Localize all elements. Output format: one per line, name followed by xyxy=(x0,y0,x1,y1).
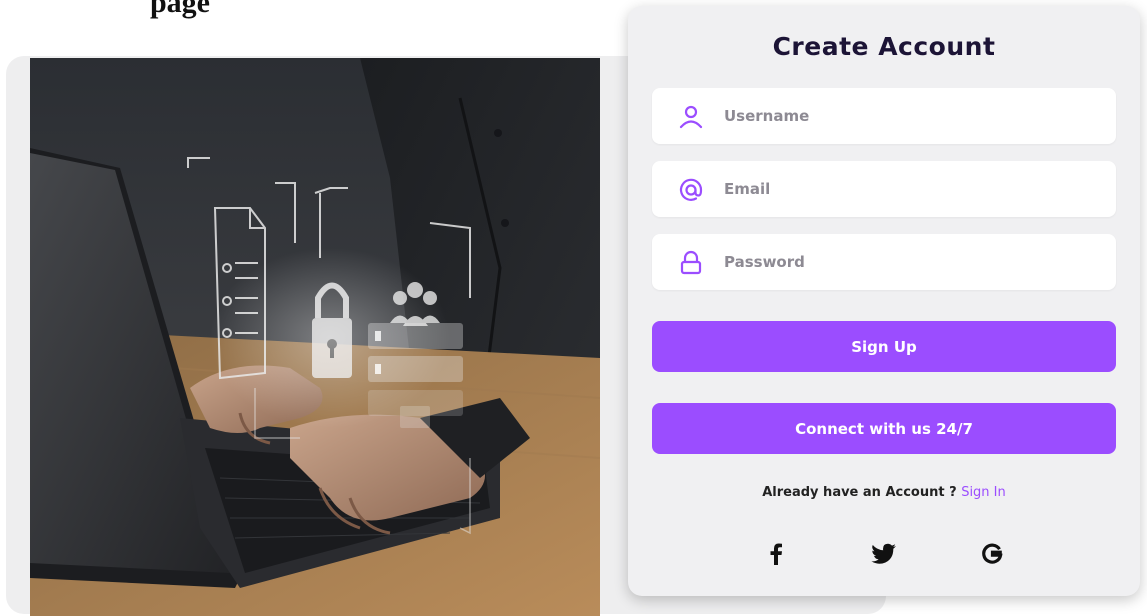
password-field[interactable] xyxy=(652,234,1116,290)
username-input[interactable] xyxy=(724,88,1104,144)
email-field[interactable] xyxy=(652,161,1116,217)
password-input[interactable] xyxy=(724,234,1104,290)
sign-in-link[interactable]: Sign In xyxy=(961,485,1006,500)
username-field[interactable] xyxy=(652,88,1116,144)
lock-icon xyxy=(680,250,702,275)
sign-up-button[interactable]: Sign Up xyxy=(652,321,1116,372)
form-title: Create Account xyxy=(772,32,996,61)
google-icon[interactable] xyxy=(974,536,1010,572)
user-icon xyxy=(679,105,703,129)
twitter-icon[interactable] xyxy=(866,536,902,572)
signup-card: Create Account Sign Up Connect with us 2 xyxy=(628,6,1140,596)
email-input[interactable] xyxy=(724,161,1104,217)
page-root: page Create Account Username Email Sign … xyxy=(0,0,1147,616)
already-account-text: Already have an Account ? xyxy=(762,485,962,500)
page-heading: page xyxy=(150,0,210,19)
connect-button[interactable]: Connect with us 24/7 xyxy=(652,403,1116,454)
already-account-line: Already have an Account ? Sign In xyxy=(628,485,1140,500)
facebook-icon[interactable] xyxy=(758,536,794,572)
hero-image xyxy=(30,58,600,616)
at-sign-icon xyxy=(679,178,703,201)
